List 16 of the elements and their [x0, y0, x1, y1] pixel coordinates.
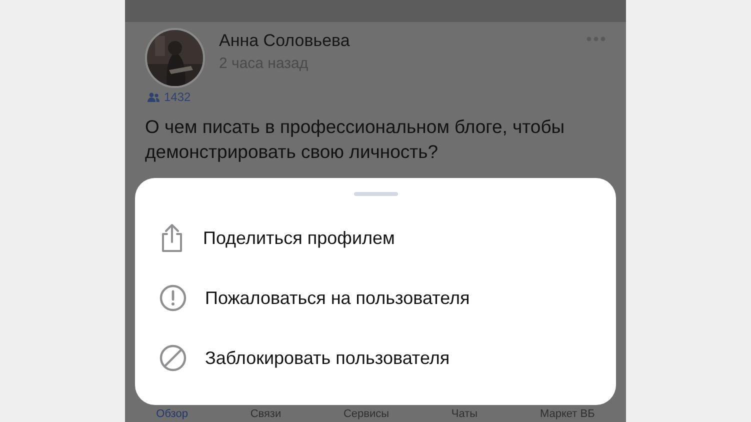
nav-tab[interactable]: Связи [250, 408, 282, 422]
menu-item[interactable]: Заблокировать пользователя [159, 336, 450, 380]
post-text: О чем писать в профессиональном блоге, чтобы демонстрировать свою личность? [145, 115, 566, 164]
nav-tab[interactable]: Маркет ВБ [540, 408, 595, 422]
exclamation-icon [159, 284, 187, 312]
nav-tab[interactable]: Сервисы [343, 408, 390, 422]
block-icon [159, 344, 187, 372]
share-icon [159, 223, 185, 253]
grab-handle[interactable] [354, 192, 398, 196]
author-name[interactable]: Анна Соловьева [219, 30, 350, 50]
menu-item[interactable]: Пожаловаться на пользователя [159, 276, 470, 320]
menu-item[interactable]: Поделиться профилем [159, 216, 395, 260]
people-icon [147, 92, 160, 102]
follower-count: 1432 [164, 90, 191, 104]
nav-tab[interactable]: Обзор [156, 408, 188, 422]
nav-tab[interactable]: Чаты [451, 408, 478, 422]
